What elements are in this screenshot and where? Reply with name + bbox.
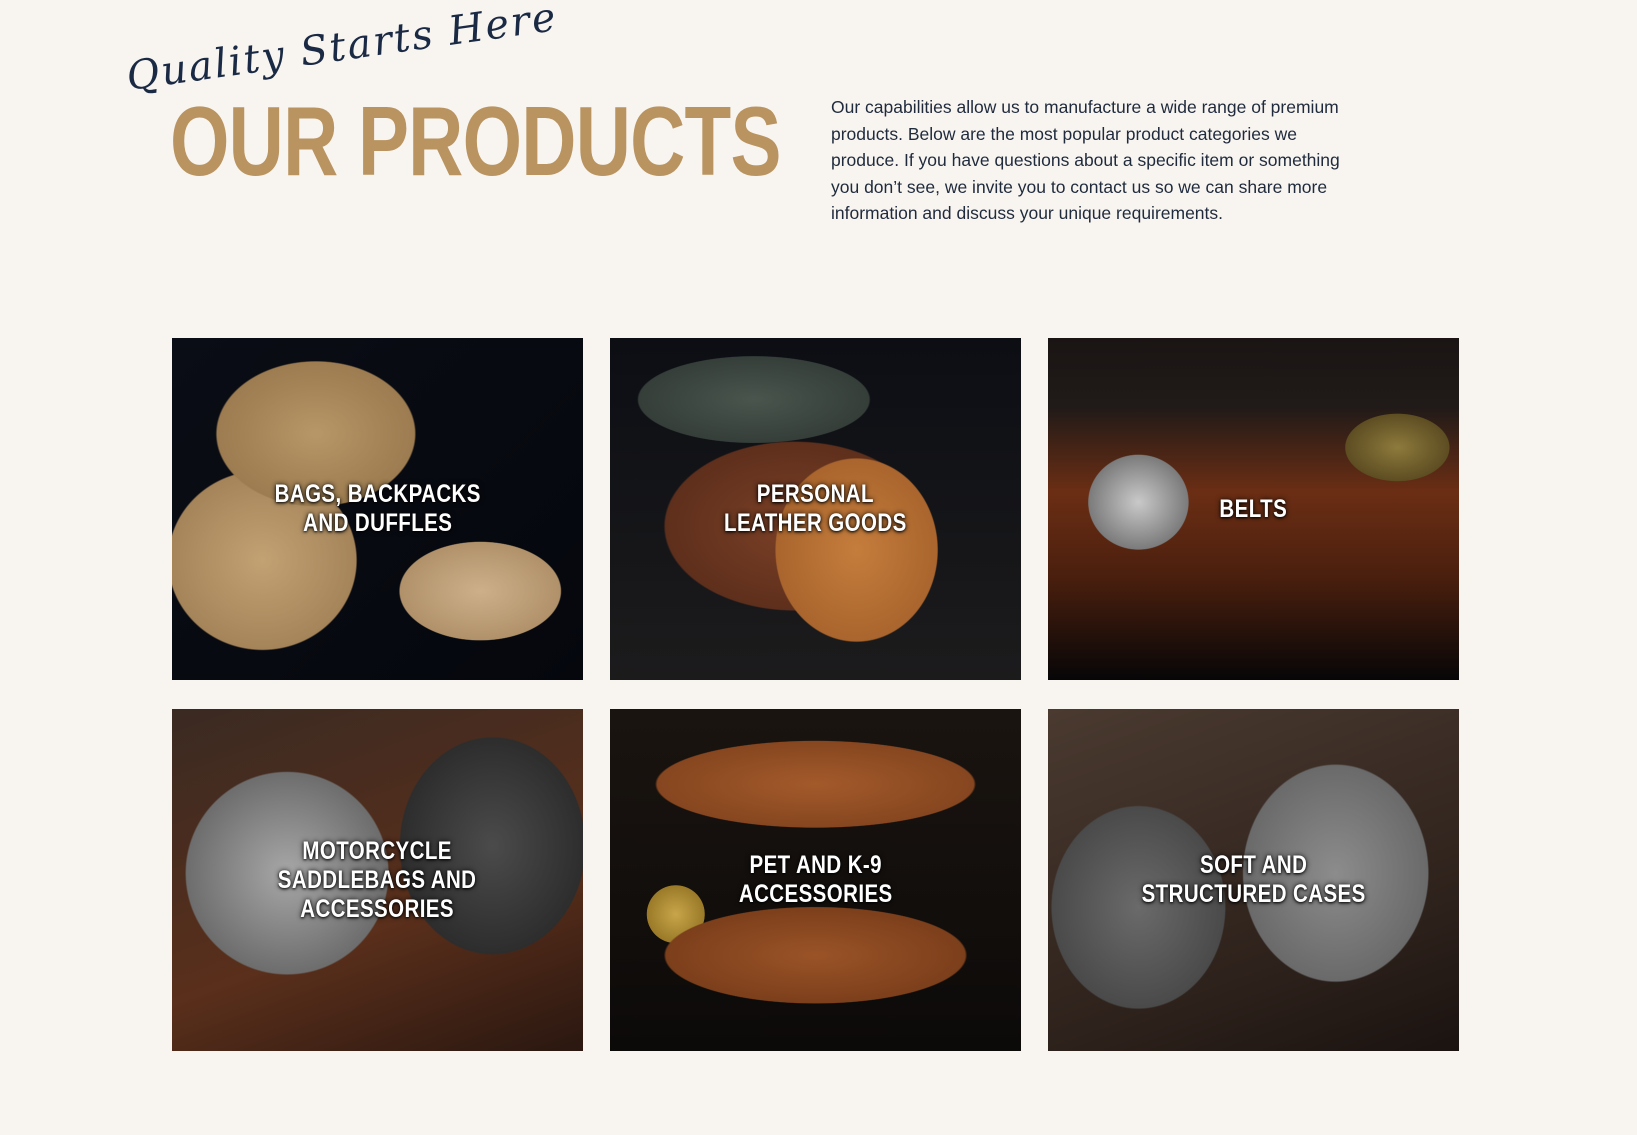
- category-card-belts[interactable]: BELTS: [1048, 338, 1459, 680]
- product-category-grid: BAGS, BACKPACKS AND DUFFLES PERSONAL LEA…: [172, 338, 1462, 1053]
- category-card-motorcycle-saddlebags[interactable]: MOTORCYCLE SADDLEBAGS AND ACCESSORIES: [172, 709, 583, 1051]
- intro-paragraph: Our capabilities allow us to manufacture…: [831, 97, 1340, 224]
- category-card-bags[interactable]: BAGS, BACKPACKS AND DUFFLES: [172, 338, 583, 680]
- category-label: SOFT AND STRUCTURED CASES: [1141, 851, 1366, 908]
- category-label: PERSONAL LEATHER GOODS: [724, 480, 907, 537]
- products-header: Quality Starts Here OUR PRODUCTS Our cap…: [0, 0, 1637, 300]
- category-card-personal-leather-goods[interactable]: PERSONAL LEATHER GOODS: [610, 338, 1021, 680]
- category-label: BELTS: [1219, 494, 1288, 523]
- tagline: Quality Starts Here: [123, 0, 561, 100]
- page-title: OUR PRODUCTS: [170, 86, 781, 196]
- category-card-cases[interactable]: SOFT AND STRUCTURED CASES: [1048, 709, 1459, 1051]
- category-label: PET AND K-9 ACCESSORIES: [738, 851, 893, 908]
- category-label: BAGS, BACKPACKS AND DUFFLES: [274, 480, 481, 537]
- category-card-pet-k9[interactable]: PET AND K-9 ACCESSORIES: [610, 709, 1021, 1051]
- category-label: MOTORCYCLE SADDLEBAGS AND ACCESSORIES: [278, 836, 477, 923]
